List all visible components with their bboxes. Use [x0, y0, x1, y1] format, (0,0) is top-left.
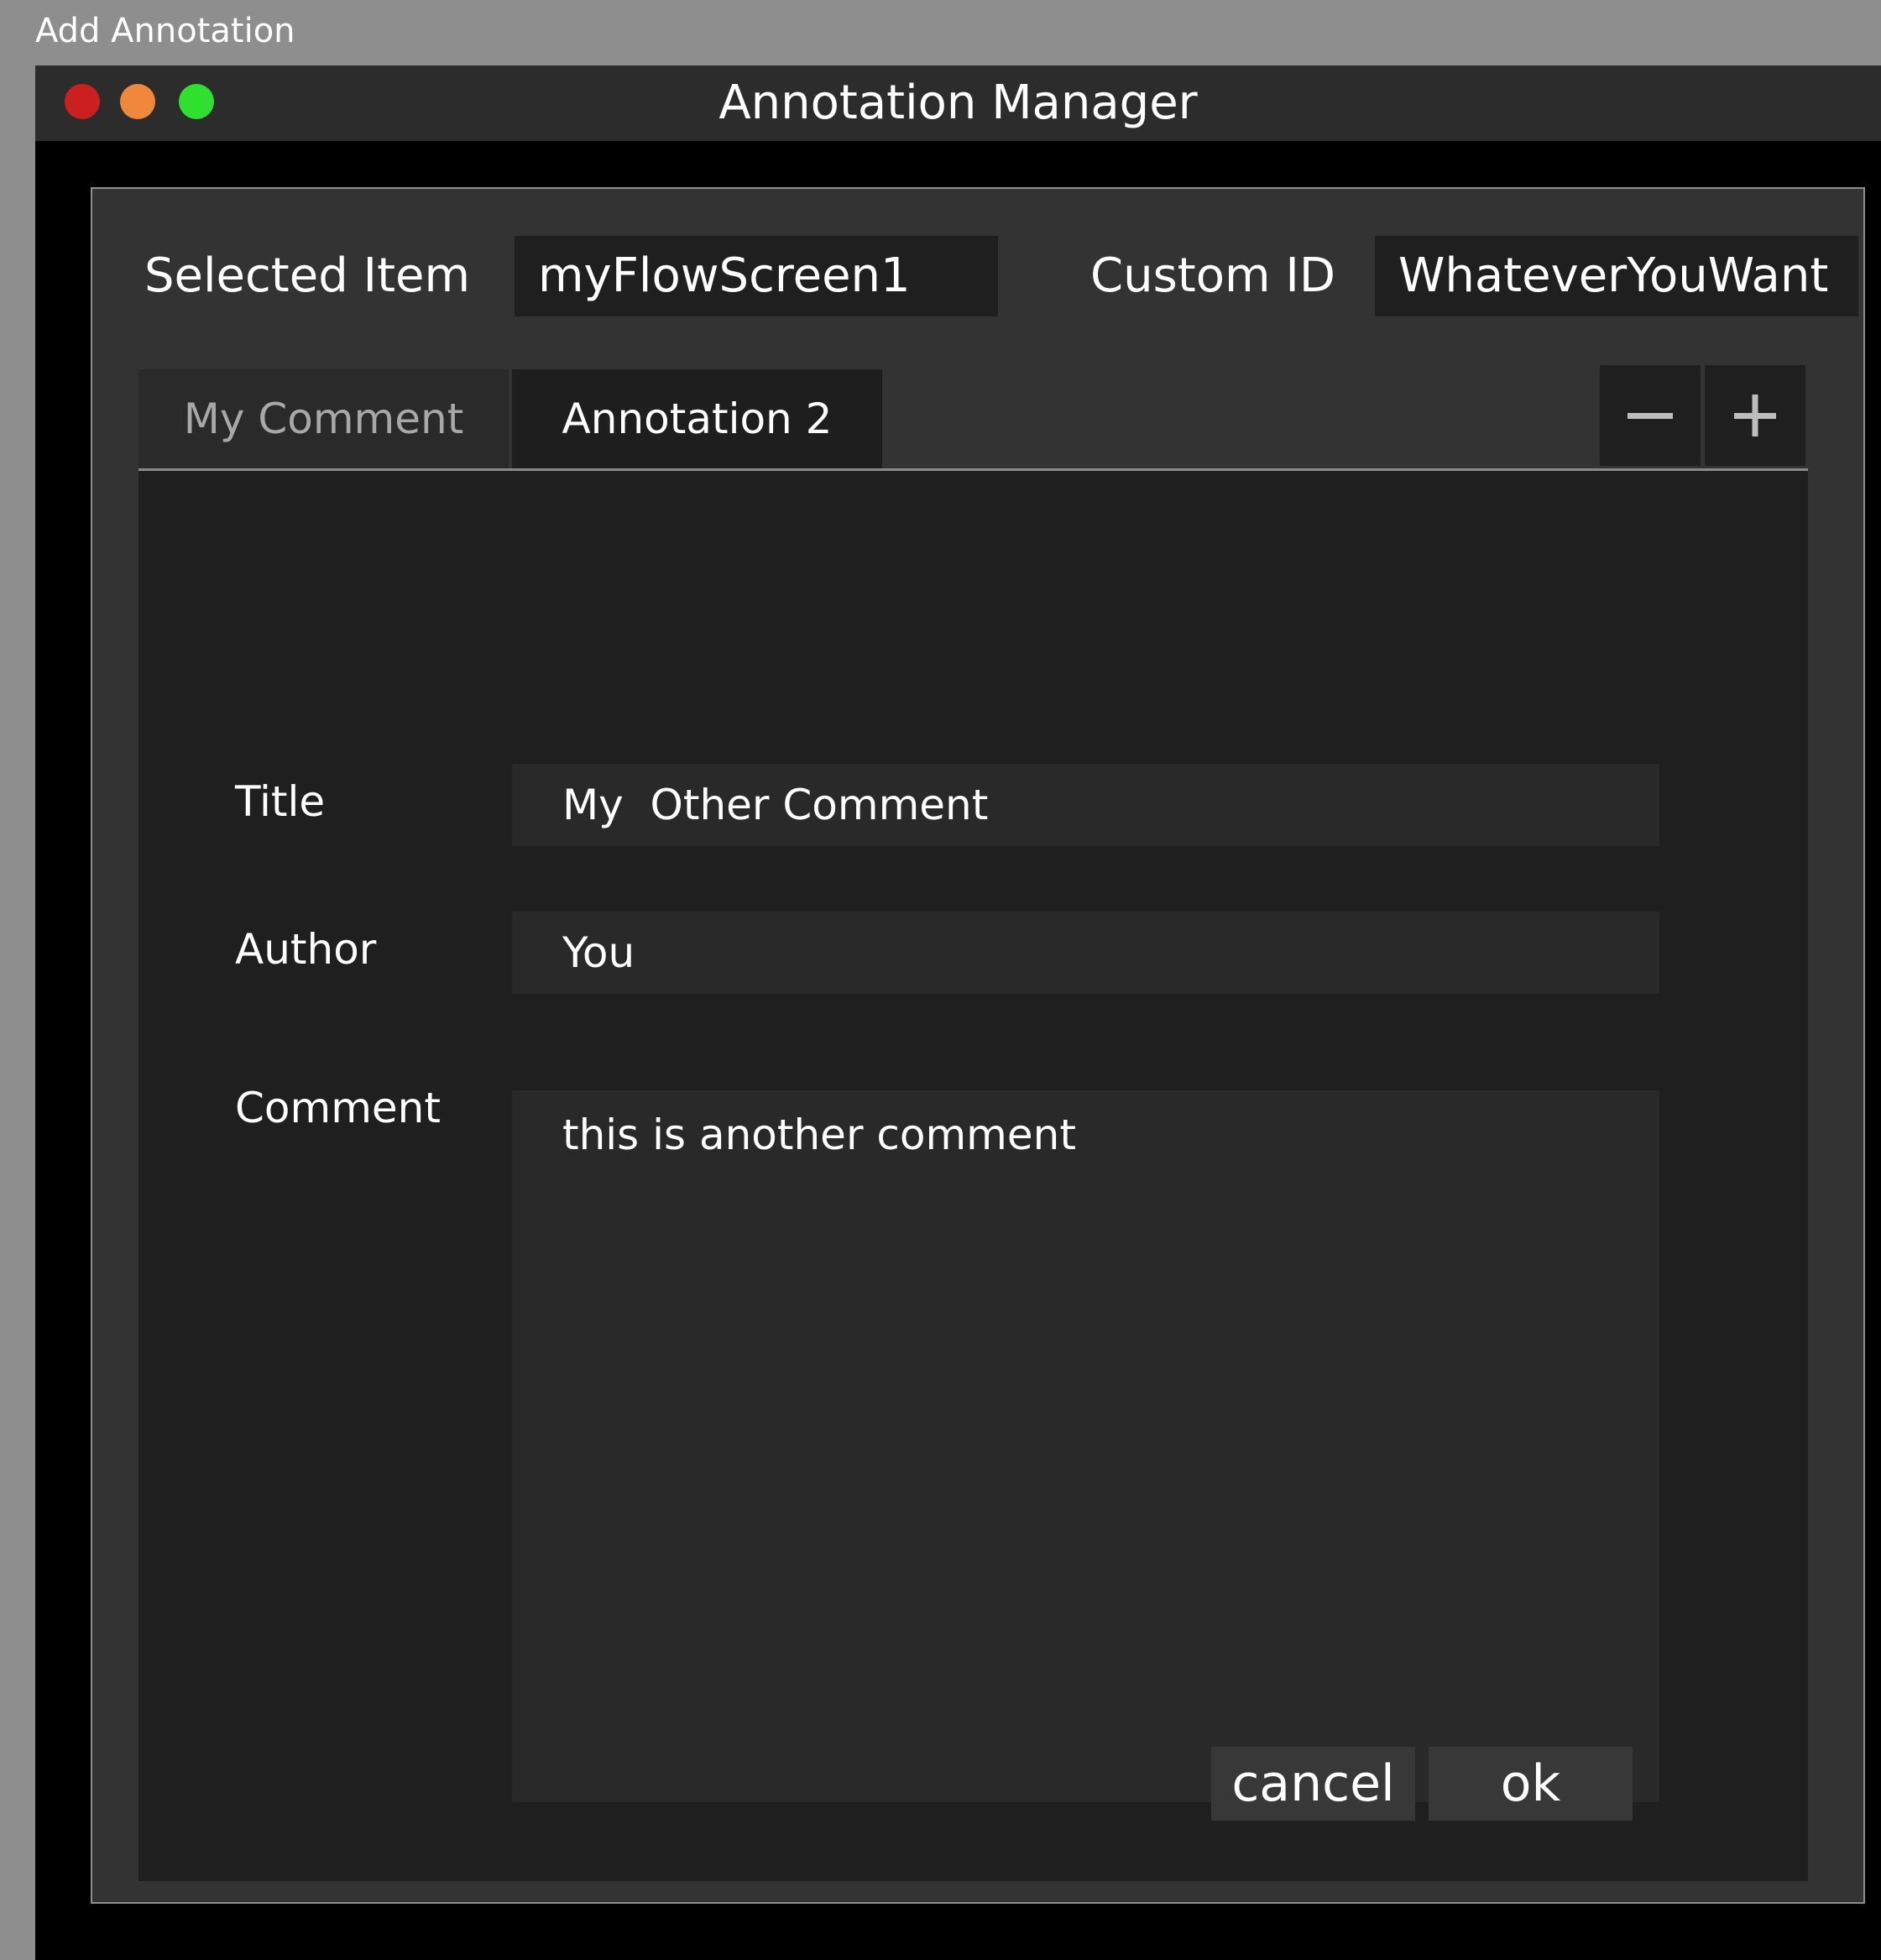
selected-item-label: Selected Item [144, 248, 471, 303]
author-label: Author [235, 925, 377, 974]
comment-textarea[interactable]: this is another comment [512, 1090, 1659, 1802]
annotation-dialog: Selected Item myFlowScreen1 Custom ID Wh… [91, 187, 1865, 1904]
ok-button[interactable]: ok [1429, 1747, 1633, 1821]
tab-my-comment[interactable]: My Comment [138, 369, 509, 468]
annotation-manager-window: Annotation Manager Selected Item myFlowS… [35, 65, 1881, 1960]
title-bar[interactable]: Annotation Manager [35, 65, 1881, 141]
window-title: Annotation Manager [718, 76, 1198, 130]
add-annotation-button[interactable] [1705, 365, 1805, 466]
author-input[interactable]: You [512, 912, 1659, 994]
custom-id-field[interactable]: WhateverYouWant [1375, 236, 1858, 316]
remove-annotation-button[interactable] [1600, 365, 1701, 466]
comment-label: Comment [235, 1084, 441, 1132]
title-input[interactable]: My Other Comment [512, 764, 1659, 846]
selected-item-field[interactable]: myFlowScreen1 [515, 236, 998, 316]
tab-annotation-2[interactable]: Annotation 2 [512, 369, 882, 468]
title-label: Title [235, 777, 326, 826]
window-caption: Add Annotation [35, 12, 295, 50]
minus-icon [1628, 413, 1673, 419]
plus-icon [1734, 395, 1776, 436]
custom-id-label: Custom ID [1090, 248, 1335, 303]
cancel-button[interactable]: cancel [1211, 1747, 1415, 1821]
annotation-tab-panel: Title My Other Comment Author You Commen… [138, 471, 1808, 1881]
